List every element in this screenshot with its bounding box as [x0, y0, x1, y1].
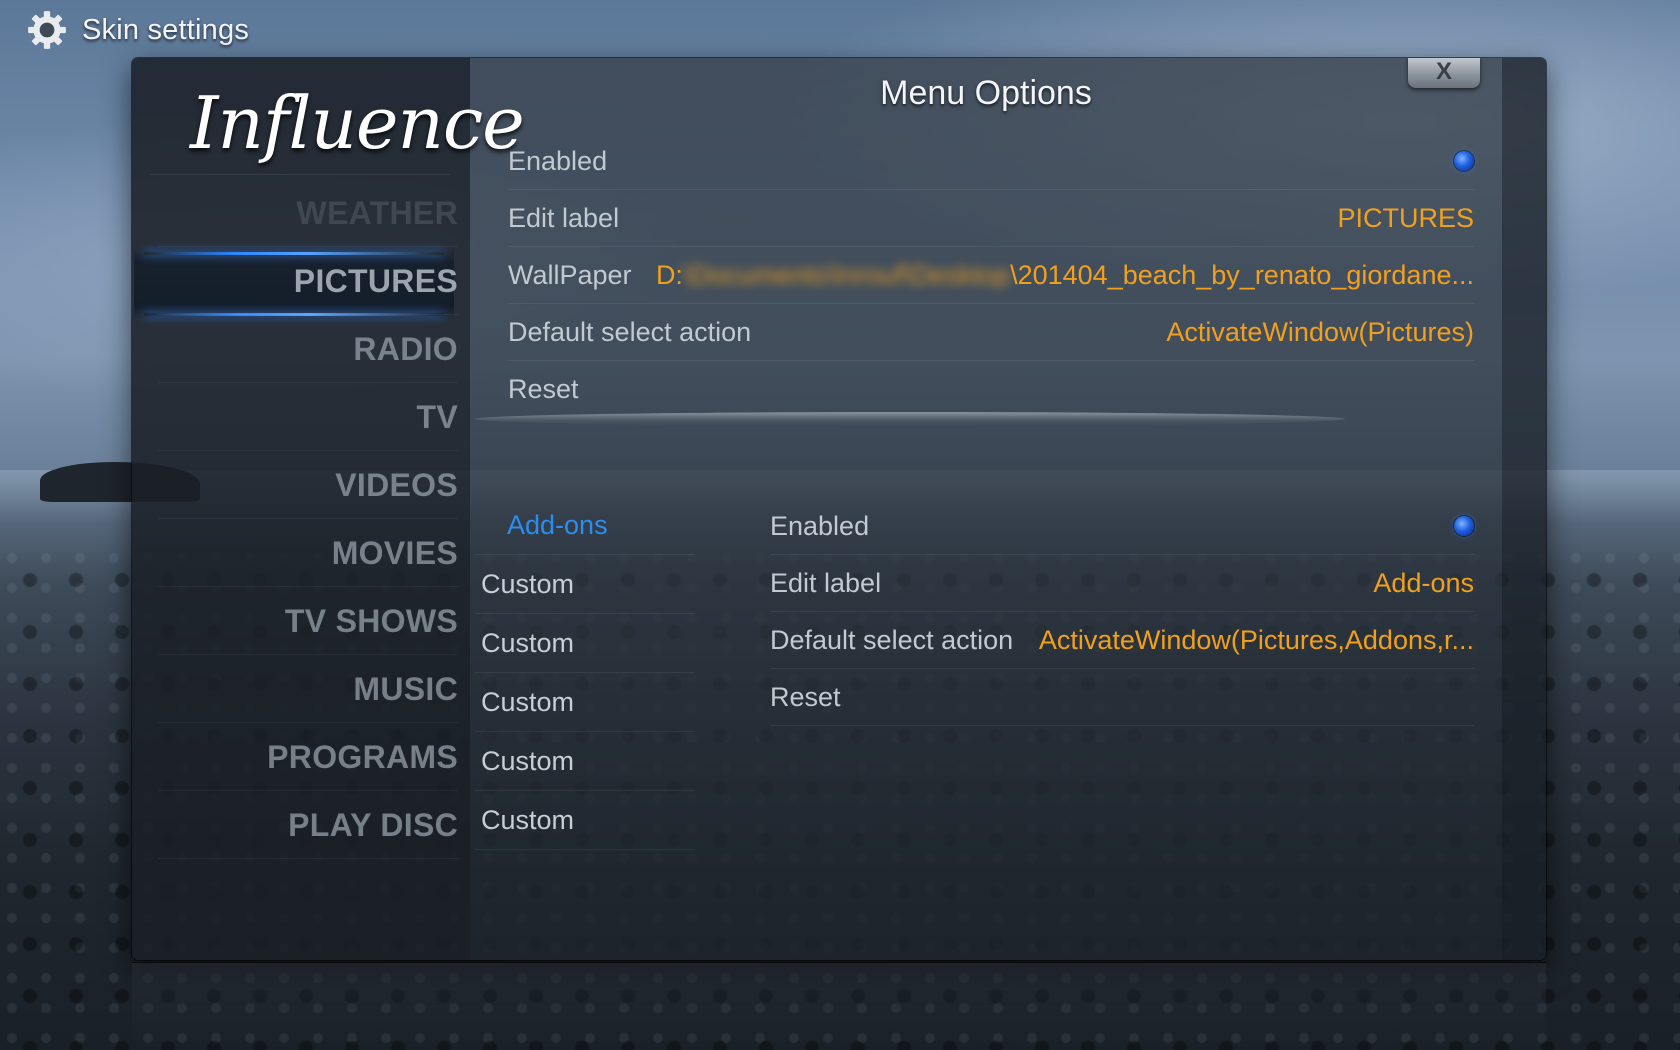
main-menu: WEATHER PICTURES RADIO TV VIDEOS MOVIES …: [132, 58, 470, 960]
list-item-custom[interactable]: Custom: [475, 555, 695, 614]
sub-edit-label-row[interactable]: Edit label Add-ons: [770, 555, 1474, 612]
sub-edit-label-label: Edit label: [770, 568, 882, 598]
reset-row[interactable]: Reset: [508, 361, 1474, 417]
wallpaper-path-redacted: \Documents\Inrouf\Desktop: [682, 260, 1011, 290]
edit-label-row[interactable]: Edit label PICTURES: [508, 190, 1474, 247]
sub-edit-label-value: Add-ons: [1373, 568, 1474, 598]
window-header: Skin settings: [26, 8, 249, 52]
edit-label-value: PICTURES: [1337, 203, 1474, 233]
sub-reset-label: Reset: [770, 682, 841, 712]
wallpaper-path: D:\Documents\Inrouf\Desktop\201404_beach…: [656, 247, 1474, 303]
edit-label-label: Edit label: [508, 203, 620, 233]
list-item-custom[interactable]: Custom: [475, 614, 695, 673]
sub-default-action-label: Default select action: [770, 625, 1014, 655]
default-action-row[interactable]: Default select action ActivateWindow(Pic…: [508, 304, 1474, 361]
default-action-label: Default select action: [508, 317, 752, 347]
enabled-toggle-icon[interactable]: [1454, 151, 1474, 171]
sub-default-action-value: ActivateWindow(Pictures,Addons,r...: [1038, 625, 1474, 655]
menu-item-pictures[interactable]: PICTURES: [158, 248, 458, 315]
sub-enabled-label: Enabled: [770, 511, 870, 541]
list-item-add-ons[interactable]: Add-ons: [475, 496, 695, 555]
sub-enabled-toggle-icon[interactable]: [1454, 516, 1474, 536]
wallpaper-path-suffix: \201404_beach_by_renato_giordane...: [1010, 260, 1474, 290]
menu-item-movies[interactable]: MOVIES: [158, 520, 458, 587]
wallpaper-row[interactable]: WallPaper D:\Documents\Inrouf\Desktop\20…: [508, 247, 1474, 304]
reset-label: Reset: [508, 374, 579, 404]
wallpaper-path-prefix: D:: [655, 260, 683, 290]
menu-item-tv[interactable]: TV: [158, 384, 458, 451]
menu-item-music[interactable]: MUSIC: [158, 656, 458, 723]
dialog-reflection: [132, 962, 1546, 1050]
wallpaper-label: WallPaper: [508, 260, 632, 290]
list-item-custom[interactable]: Custom: [475, 791, 695, 850]
section-divider: [475, 412, 1345, 426]
sub-reset-row[interactable]: Reset: [770, 669, 1474, 726]
window-title: Skin settings: [82, 13, 250, 46]
enabled-label: Enabled: [508, 146, 608, 176]
dialog-title: Menu Options: [880, 74, 1092, 112]
menu-item-programs[interactable]: PROGRAMS: [158, 724, 458, 791]
list-item-custom[interactable]: Custom: [475, 732, 695, 791]
menu-item-radio[interactable]: RADIO: [158, 316, 458, 383]
sub-item-list: Add-ons Custom Custom Custom Custom Cust…: [475, 496, 695, 850]
sub-default-action-row[interactable]: Default select action ActivateWindow(Pic…: [770, 612, 1474, 669]
enabled-row[interactable]: Enabled: [508, 133, 1474, 190]
gear-icon: [28, 11, 66, 49]
sub-enabled-row[interactable]: Enabled: [770, 498, 1474, 555]
menu-item-play-disc[interactable]: PLAY DISC: [158, 792, 458, 859]
menu-item-weather[interactable]: WEATHER: [158, 180, 458, 247]
panel-edge: [1502, 58, 1546, 960]
menu-item-videos[interactable]: VIDEOS: [158, 452, 458, 519]
menu-item-tv-shows[interactable]: TV SHOWS: [158, 588, 458, 655]
list-item-custom[interactable]: Custom: [475, 673, 695, 732]
default-action-value: ActivateWindow(Pictures): [1166, 317, 1474, 347]
